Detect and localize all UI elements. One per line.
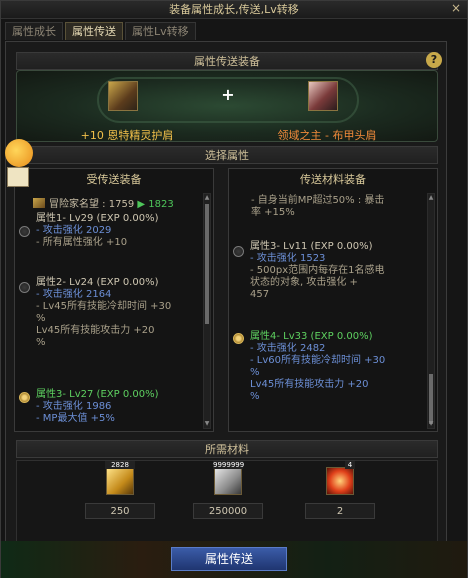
plus-icon: + — [221, 85, 235, 104]
scroll-up-icon[interactable]: ▲ — [428, 195, 434, 201]
close-icon[interactable]: × — [449, 2, 463, 16]
option-line: - 攻击强化 2029 — [36, 225, 112, 236]
scroll-icon — [7, 167, 29, 187]
option-title: 属性4- Lv33 (EXP 0.00%) — [250, 331, 373, 342]
material-equipment-panel: 传送材料装备 - 自身当前MP超过50% : 暴击 率 +15% 属性3- Lv… — [228, 168, 438, 432]
option-line: % — [36, 337, 46, 348]
receiving-panel-title: 受传送装备 — [86, 173, 142, 186]
red-gem-icon: 4 — [326, 461, 355, 495]
attribute-transfer-button[interactable]: 属性传送 — [171, 547, 287, 571]
tab-attribute-growth[interactable]: 属性成长 — [5, 22, 63, 40]
option-line: - 攻击强化 1523 — [250, 253, 326, 264]
option-text: 属性1- Lv29 (EXP 0.00%) - 攻击强化 2029 - 所有属性… — [36, 213, 159, 249]
coin-stack-icon: 9999999 — [213, 461, 244, 495]
receiving-equipment-panel: 受传送装备 冒险家名望 : 1759 ▶ 1823 属性1- Lv29 (EXP… — [14, 168, 214, 432]
option-line: Lv45所有技能攻击力 +20 — [250, 379, 369, 390]
material-count: 250 — [85, 503, 155, 519]
option-line: 状态的对象, 攻击强化 + — [250, 277, 358, 288]
mascot-face-icon — [5, 139, 33, 167]
target-item-name: 领域之主 - 布甲头肩 — [277, 129, 377, 142]
tab-attribute-transfer[interactable]: 属性传送 — [65, 22, 123, 40]
option-line: - Lv45所有技能冷却时间 +30 — [36, 301, 172, 312]
option-title: 属性2- Lv24 (EXP 0.00%) — [36, 277, 159, 288]
materials-title: 所需材料 — [205, 443, 249, 456]
scroll-up-icon[interactable]: ▲ — [204, 195, 210, 201]
option-line: % — [36, 313, 46, 324]
attribute-transfer-window: 装备属性成长,传送,Lv转移 × 属性成长 属性传送 属性Lv转移 属性传送装备… — [0, 0, 468, 578]
option-text: 属性2- Lv24 (EXP 0.00%) - 攻击强化 2164 - Lv45… — [36, 277, 171, 349]
window-title: 装备属性成长,传送,Lv转移 — [169, 3, 299, 16]
radio-button[interactable] — [19, 282, 30, 293]
option-text: 属性4- Lv33 (EXP 0.00%) - 攻击强化 2482 - Lv60… — [250, 331, 385, 403]
scroll-down-icon[interactable]: ▼ — [204, 421, 210, 427]
material-count: 250000 — [193, 503, 263, 519]
option-line: - 攻击强化 1986 — [36, 401, 112, 412]
fame-icon — [33, 198, 45, 208]
main-panel: 属性传送装备 ? + +10 恩特精灵护肩 领域之主 - 布甲头肩 选择属性 受… — [5, 41, 447, 563]
radio-button[interactable] — [233, 246, 244, 257]
target-item-slot[interactable] — [308, 81, 338, 111]
section-title: 属性传送装备 — [194, 55, 260, 68]
option-line: % — [250, 391, 260, 402]
option-title: 属性1- Lv29 (EXP 0.00%) — [36, 213, 159, 224]
fame-new-value: 1823 — [148, 199, 174, 210]
fame-row: 冒险家名望 : 1759 ▶ 1823 — [33, 195, 174, 210]
option-title: 属性3- Lv27 (EXP 0.00%) — [36, 389, 159, 400]
radio-button-selected[interactable] — [233, 333, 244, 344]
help-icon[interactable]: ? — [426, 52, 442, 68]
option-text: 属性3- Lv11 (EXP 0.00%) - 攻击强化 1523 - 500p… — [250, 241, 385, 301]
material-item[interactable]: 9999999 250000 — [193, 461, 263, 519]
gold-crystal-icon: 2828 — [105, 461, 135, 495]
overflow-lines: - 自身当前MP超过50% : 暴击 率 +15% — [251, 195, 384, 219]
source-item-name: +10 恩特精灵护肩 — [80, 129, 174, 142]
material-panel-title: 传送材料装备 — [300, 173, 366, 186]
select-attribute-title: 选择属性 — [205, 149, 249, 162]
option-line: - 500px范围内每存在1名感电 — [250, 265, 385, 276]
tab-attribute-level-shift[interactable]: 属性Lv转移 — [125, 22, 196, 40]
option-line: 率 +15% — [251, 207, 295, 218]
option-line: - Lv60所有技能冷却时间 +30 — [250, 355, 386, 366]
option-line: - 所有属性强化 +10 — [36, 237, 128, 248]
radio-button-selected[interactable] — [19, 392, 30, 403]
scroll-thumb[interactable] — [205, 204, 209, 324]
option-line: - MP最大值 +5% — [36, 413, 115, 424]
material-badge: 4 — [345, 461, 355, 469]
option-line: % — [250, 367, 260, 378]
tab-strip: 属性成长 属性传送 属性Lv转移 — [5, 22, 196, 40]
required-materials: 2828 250 9999999 250000 4 2 — [16, 460, 438, 542]
scroll-down-icon[interactable]: ▼ — [428, 421, 434, 427]
mascot-character[interactable] — [1, 135, 37, 195]
option-line: 457 — [250, 289, 270, 300]
material-panel-body: - 自身当前MP超过50% : 暴击 率 +15% 属性3- Lv11 (EXP… — [229, 191, 425, 431]
select-attribute-header: 选择属性 — [16, 146, 438, 164]
equipment-banner: + +10 恩特精灵护肩 领域之主 - 布甲头肩 — [16, 70, 438, 142]
scroll-thumb[interactable] — [429, 374, 433, 424]
window-titlebar: 装备属性成长,传送,Lv转移 × — [1, 1, 467, 19]
transfer-equipment-header: 属性传送装备 — [16, 52, 438, 70]
source-item-slot[interactable] — [108, 81, 138, 111]
right-scrollbar[interactable]: ▲ ▼ — [427, 193, 435, 429]
arrow-right-icon: ▶ — [137, 199, 146, 210]
materials-header: 所需材料 — [16, 440, 438, 458]
material-count: 2 — [305, 503, 375, 519]
material-badge: 9999999 — [213, 461, 245, 469]
material-item[interactable]: 2828 250 — [85, 461, 155, 519]
option-line: - 攻击强化 2164 — [36, 289, 112, 300]
fame-label: 冒险家名望 : 1759 — [49, 199, 135, 210]
option-title: 属性3- Lv11 (EXP 0.00%) — [250, 241, 373, 252]
radio-button[interactable] — [19, 226, 30, 237]
option-line: Lv45所有技能攻击力 +20 — [36, 325, 155, 336]
option-line: - 自身当前MP超过50% : 暴击 — [251, 195, 385, 206]
option-line: - 攻击强化 2482 — [250, 343, 326, 354]
left-scrollbar[interactable]: ▲ ▼ — [203, 193, 211, 429]
material-item[interactable]: 4 2 — [305, 461, 375, 519]
material-badge: 2828 — [105, 461, 135, 469]
receiving-panel-body: 冒险家名望 : 1759 ▶ 1823 属性1- Lv29 (EXP 0.00%… — [15, 191, 201, 431]
option-text: 属性3- Lv27 (EXP 0.00%) - 攻击强化 1986 - MP最大… — [36, 389, 159, 425]
